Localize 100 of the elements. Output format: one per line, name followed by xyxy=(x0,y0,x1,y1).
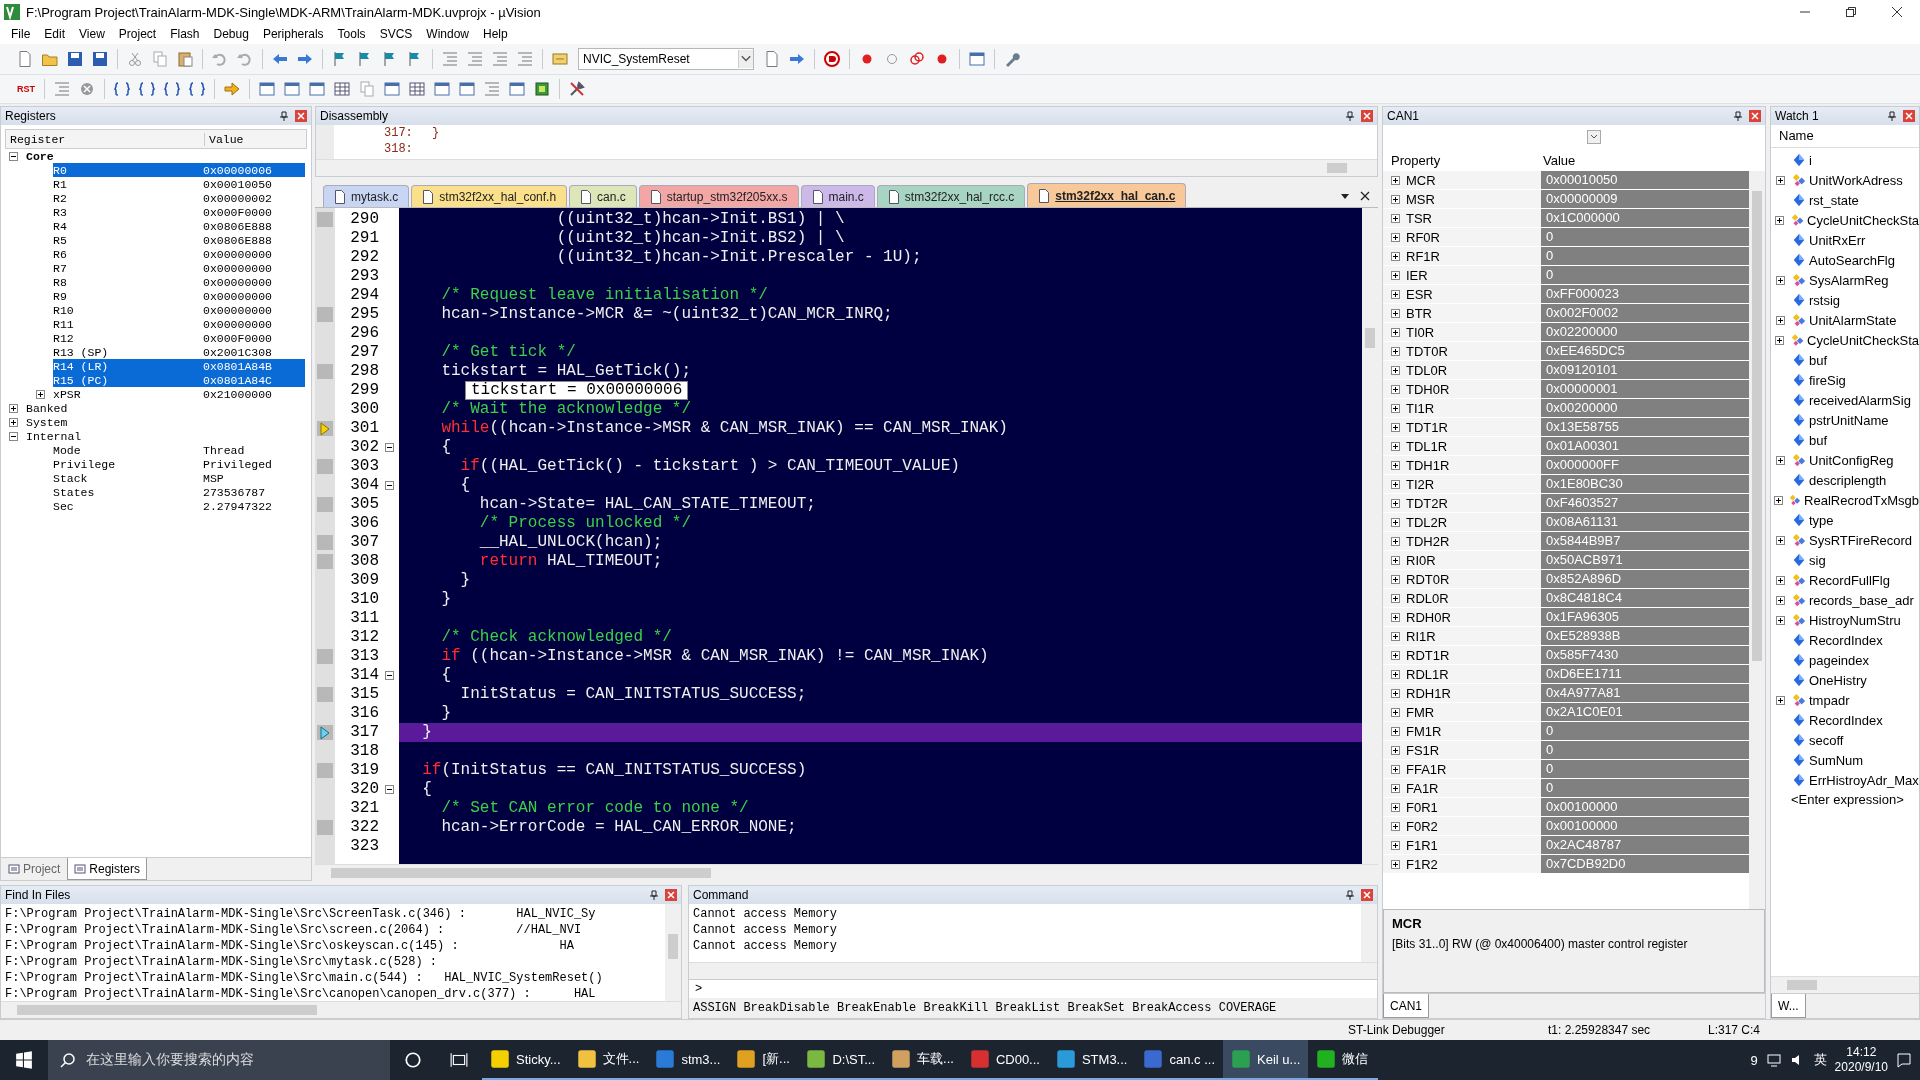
register-row[interactable]: R6 0x00000000 xyxy=(53,247,305,261)
watch-expression[interactable]: ErrHistroyAdr_Max xyxy=(1809,772,1919,788)
taskbar-app-button[interactable]: STM3... xyxy=(1047,1040,1136,1080)
watch-expression[interactable]: SysRTFireRecord xyxy=(1809,532,1913,548)
expand-icon[interactable] xyxy=(1391,536,1400,546)
search-result-line[interactable]: F:\Program Project\TrainAlarm-MDK-Single\Src\mytask.c(528) : xyxy=(5,954,661,970)
tree-group-label[interactable]: Core xyxy=(26,149,54,163)
menu-item[interactable]: Project xyxy=(111,25,164,43)
enter-expression-field[interactable]: <Enter expression> xyxy=(1771,790,1919,810)
file-tab[interactable]: startup_stm32f205xx.s xyxy=(638,185,799,207)
expand-icon[interactable] xyxy=(1775,535,1785,545)
expand-icon[interactable] xyxy=(1391,555,1400,565)
watch-expression[interactable]: HistroyNumStru xyxy=(1809,612,1901,628)
watch-expression[interactable]: OneHistry xyxy=(1809,672,1867,688)
expand-icon[interactable] xyxy=(1391,802,1400,812)
vertical-scrollbar[interactable] xyxy=(665,904,681,1001)
collapse-icon[interactable] xyxy=(385,785,394,794)
menu-item[interactable]: View xyxy=(72,25,112,43)
file-tab[interactable]: main.c xyxy=(800,185,875,207)
expand-icon[interactable] xyxy=(1775,695,1785,705)
expand-icon[interactable] xyxy=(1391,479,1400,489)
watch-expression[interactable]: rstsig xyxy=(1809,292,1841,308)
expand-icon[interactable] xyxy=(1391,821,1400,831)
taskbar-app-button[interactable]: Keil u... xyxy=(1223,1040,1309,1080)
taskbar-app-button[interactable]: 车载... xyxy=(883,1040,962,1080)
register-row[interactable]: R15 (PC) 0x0801A84C xyxy=(53,373,305,387)
watch-expression[interactable]: secoff xyxy=(1809,732,1844,748)
taskbar-search-field[interactable]: 在这里输入你要搜索的内容 xyxy=(48,1040,390,1080)
watch-expression[interactable]: RecordIndex xyxy=(1809,712,1883,728)
taskbar-app-button[interactable]: 微信 xyxy=(1308,1040,1379,1080)
expand-icon[interactable] xyxy=(1775,175,1785,185)
expand-icon[interactable] xyxy=(1391,270,1400,280)
watch-expression[interactable]: RecordIndex xyxy=(1809,632,1883,648)
watch-expression[interactable]: RecordFullFlg xyxy=(1809,572,1890,588)
expand-icon[interactable] xyxy=(1391,403,1400,413)
input-language[interactable]: 英 xyxy=(1813,1051,1827,1069)
watch-expression[interactable]: receivedAlarmSig xyxy=(1809,392,1911,408)
dropdown-button[interactable] xyxy=(1587,130,1601,144)
property-name[interactable]: RI0R xyxy=(1406,552,1436,568)
property-name[interactable]: RI1R xyxy=(1406,628,1436,644)
pin-icon[interactable] xyxy=(1733,111,1743,121)
register-row[interactable]: R4 0x0806E888 xyxy=(53,219,305,233)
property-name[interactable]: TI0R xyxy=(1406,324,1435,340)
watch-expression[interactable]: SumNum xyxy=(1809,752,1864,768)
property-name[interactable]: FA1R xyxy=(1406,780,1439,796)
register-row[interactable]: R10 0x00000000 xyxy=(53,303,305,317)
register-row[interactable]: R1 0x00010050 xyxy=(53,177,305,191)
taskbar-app-button[interactable]: Sticky... xyxy=(482,1040,569,1080)
expand-icon[interactable] xyxy=(9,417,18,427)
expand-icon[interactable] xyxy=(1391,517,1400,527)
tree-group-label[interactable]: Banked xyxy=(26,401,68,415)
register-row[interactable]: R7 0x00000000 xyxy=(53,261,305,275)
watch-expression[interactable]: pageindex xyxy=(1809,652,1869,668)
expand-icon[interactable] xyxy=(1391,422,1400,432)
taskbar-app-button[interactable]: 文件... xyxy=(568,1040,648,1080)
register-row[interactable]: Sec 2.27947322 xyxy=(53,499,305,513)
property-name[interactable]: RF0R xyxy=(1406,229,1440,245)
search-result-line[interactable]: F:\Program Project\TrainAlarm-MDK-Single\Src\canopen\canopen_drv.c(377) : HAL xyxy=(5,986,661,1001)
tab-list-icon[interactable] xyxy=(1340,191,1350,201)
register-row[interactable]: Privilege Privileged xyxy=(53,457,305,471)
pin-icon[interactable] xyxy=(279,111,289,121)
expand-icon[interactable] xyxy=(1775,615,1785,625)
search-result-line[interactable]: F:\Program Project\TrainAlarm-MDK-Single\Src\main.c(544) : HAL_NVIC_SystemReset() xyxy=(5,970,661,986)
watch-expression[interactable]: records_base_adr xyxy=(1809,592,1914,608)
register-row[interactable]: R14 (LR) 0x0801A84B xyxy=(53,359,305,373)
taskbar-app-button[interactable]: CD00... xyxy=(961,1040,1048,1080)
column-header[interactable]: Register xyxy=(6,132,205,146)
register-row[interactable]: R11 0x00000000 xyxy=(53,317,305,331)
property-name[interactable]: TI2R xyxy=(1406,476,1435,492)
tray-count[interactable]: 9 xyxy=(1750,1052,1758,1068)
expand-icon[interactable] xyxy=(1391,859,1400,869)
expand-icon[interactable] xyxy=(1391,213,1400,223)
menu-item[interactable]: Peripherals xyxy=(255,25,331,43)
target-dropdown[interactable]: NVIC_SystemReset xyxy=(578,48,754,70)
menu-item[interactable]: Debug xyxy=(206,25,256,43)
horizontal-scrollbar[interactable] xyxy=(689,962,1377,979)
watch-expression[interactable]: i xyxy=(1809,152,1812,168)
expand-icon[interactable] xyxy=(1391,783,1400,793)
watch-expression[interactable]: buf xyxy=(1809,352,1828,368)
file-tab[interactable]: stm32f2xx_hal_can.c xyxy=(1027,183,1187,207)
watch-expression[interactable]: tmpadr xyxy=(1809,692,1850,708)
debug-icon[interactable] xyxy=(821,48,843,70)
expand-icon[interactable] xyxy=(36,389,45,399)
expand-icon[interactable] xyxy=(1391,650,1400,660)
collapse-icon[interactable] xyxy=(9,151,18,161)
expand-icon[interactable] xyxy=(1391,498,1400,508)
taskbar-app-button[interactable]: [新... xyxy=(728,1040,799,1080)
pin-icon[interactable] xyxy=(1887,111,1897,121)
expand-icon[interactable] xyxy=(1774,495,1784,505)
file-tab[interactable]: can.c xyxy=(569,185,637,207)
column-header[interactable]: Value xyxy=(205,132,244,146)
register-row[interactable]: R0 0x00000006 xyxy=(53,163,305,177)
vertical-scrollbar[interactable] xyxy=(1749,171,1765,909)
expand-icon[interactable] xyxy=(1775,315,1785,325)
watch-expression[interactable]: pstrUnitName xyxy=(1809,412,1889,428)
expand-icon[interactable] xyxy=(1391,289,1400,299)
expand-icon[interactable] xyxy=(1391,365,1400,375)
watch-expression[interactable]: UnitWorkAdress xyxy=(1809,172,1903,188)
menu-item[interactable]: Edit xyxy=(37,25,73,43)
expand-icon[interactable] xyxy=(1775,455,1785,465)
